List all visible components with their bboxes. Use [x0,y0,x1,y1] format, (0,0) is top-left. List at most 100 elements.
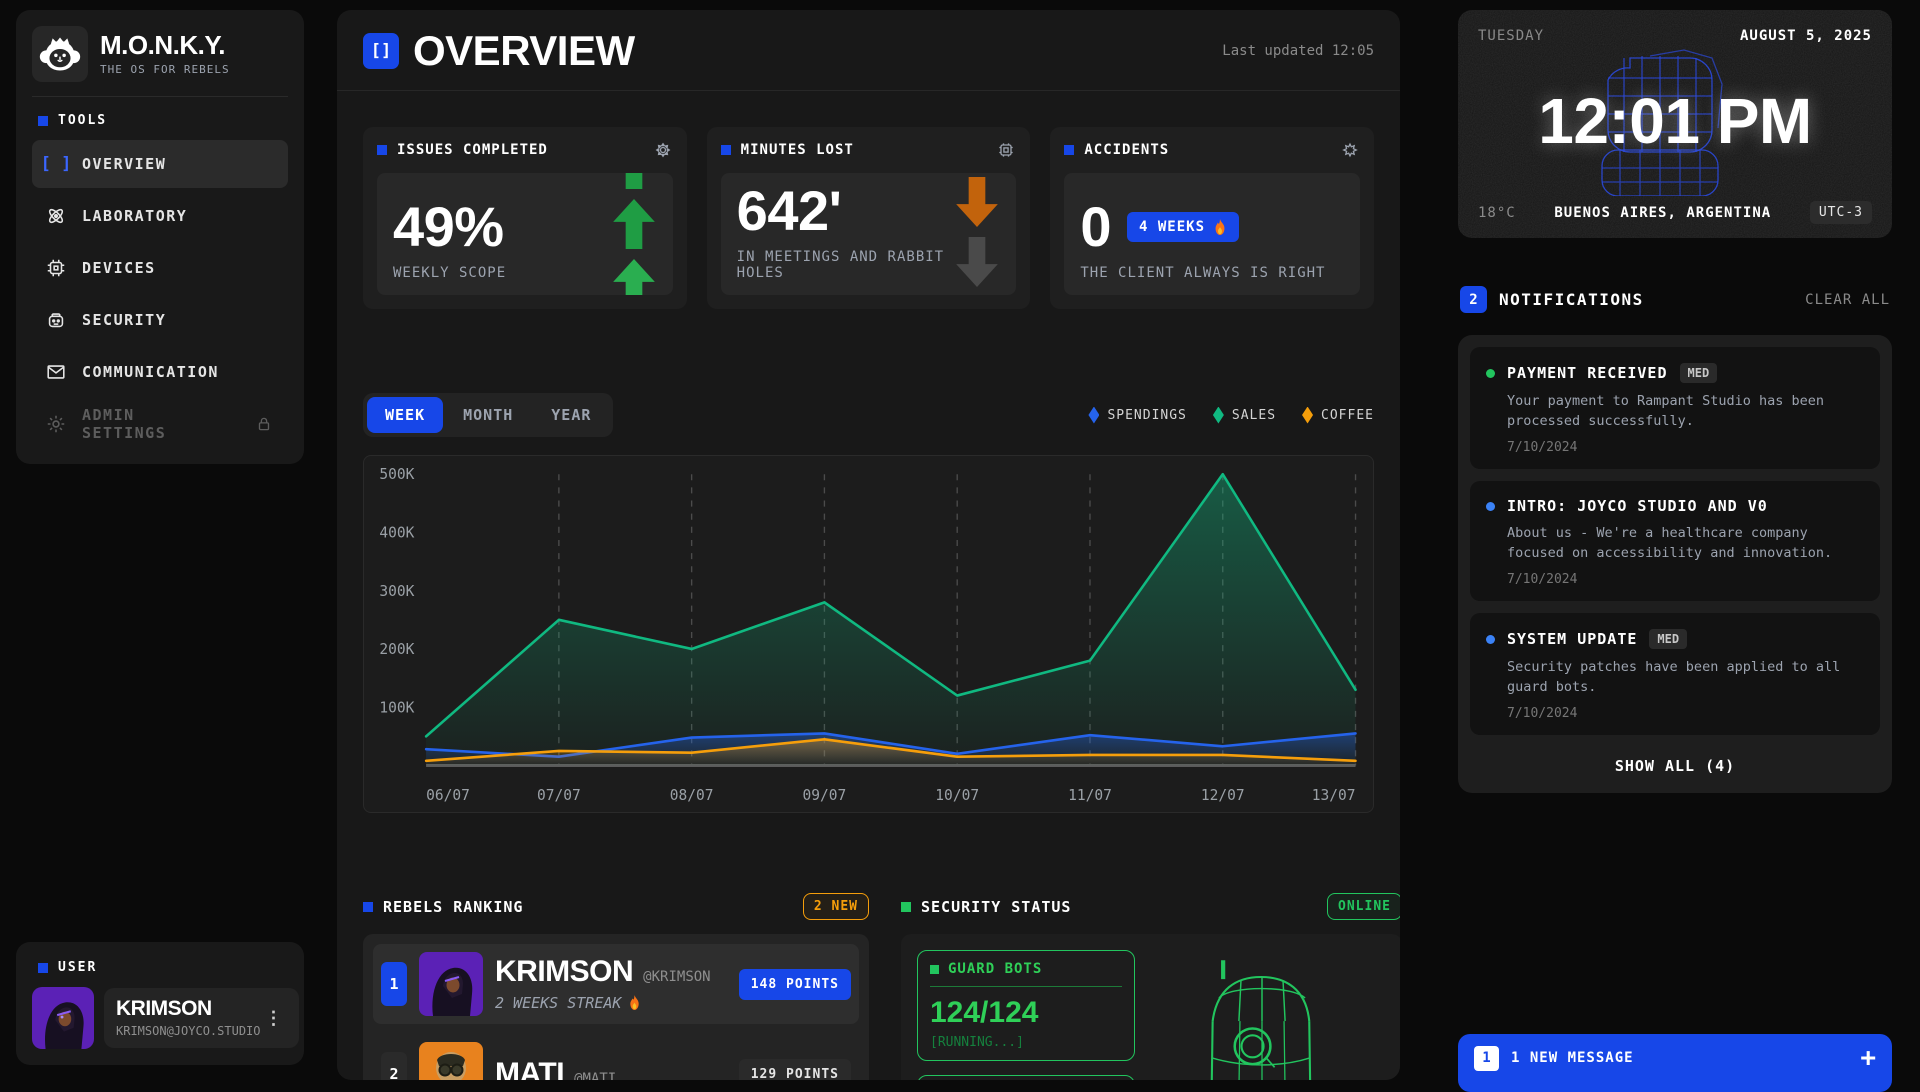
blue-square-bullet [38,116,48,126]
chart-range-tabs: WEEK MONTH YEAR [363,393,613,437]
accidents-streak-badge: 4 WEEKS [1127,212,1239,242]
location: BUENOS AIRES, ARGENTINA [1516,205,1810,221]
rank-number: 1 [381,962,407,1006]
last-updated: Last updated 12:05 [1222,43,1374,59]
user-row[interactable]: KRIMSON KRIMSON@JOYCO.STUDIO ⋮ [32,987,288,1049]
rebel-name: MATI [495,1059,564,1080]
status-dot [1486,502,1495,511]
ranking-row-1[interactable]: 1 KRIMSON @KRIMSON [373,944,859,1024]
svg-text:08/07: 08/07 [670,786,714,804]
atom-icon [44,204,68,228]
stat-settings-chip-icon[interactable] [996,140,1016,160]
svg-text:13/07: 13/07 [1312,786,1356,804]
tab-week[interactable]: WEEK [367,397,443,433]
blue-square-bullet [38,963,48,973]
notification-date: 7/10/2024 [1507,706,1864,721]
fire-icon [628,995,641,1010]
ranking-list: 1 KRIMSON @KRIMSON [363,934,869,1080]
security-title: SECURITY STATUS [921,898,1071,916]
overview-brackets-icon: [] [363,33,399,69]
priority-badge: MED [1649,629,1687,649]
mail-icon [44,360,68,384]
stat-value-box: 49% WEEKLY SCOPE [377,173,673,295]
stat-title: ISSUES COMPLETED [397,142,548,158]
user-section-label: USER [38,960,282,975]
clock-time: 12:01 PM [1538,84,1811,158]
notifications-list: PAYMENT RECEIVED MED Your payment to Ram… [1458,335,1892,793]
gear-icon [44,412,68,436]
notification-date: 7/10/2024 [1507,572,1864,587]
sidebar-item-laboratory[interactable]: LABORATORY [32,192,288,240]
sidebar-nav-card: M.O.N.K.Y. THE OS FOR REBELS TOOLS [ ] O… [16,10,304,464]
user-info: KRIMSON KRIMSON@JOYCO.STUDIO ⋮ [104,988,299,1048]
avatar [419,952,483,1016]
notification-body: Security patches have been applied to al… [1507,658,1864,697]
notification-body: About us - We're a healthcare company fo… [1507,524,1864,563]
chart-controls: WEEK MONTH YEAR SPENDINGS SALES COFFEE [363,393,1374,437]
sidebar-item-devices[interactable]: DEVICES [32,244,288,292]
clock-day: TUESDAY [1478,28,1544,44]
notifications-header: 2 NOTIFICATIONS CLEAR ALL [1460,286,1890,313]
rebels-ranking-card: REBELS RANKING 2 NEW 1 [363,893,869,1080]
legend-coffee: COFFEE [1302,407,1374,424]
brackets-icon: [ ] [44,152,68,176]
clock-date: AUGUST 5, 2025 [1740,28,1872,44]
sidebar-item-communication[interactable]: COMMUNICATION [32,348,288,396]
notification-system-update[interactable]: SYSTEM UPDATE MED Security patches have … [1470,613,1880,735]
notification-payment-received[interactable]: PAYMENT RECEIVED MED Your payment to Ram… [1470,347,1880,469]
plus-icon[interactable]: + [1860,1045,1876,1071]
rebel-name: KRIMSON [495,957,633,987]
ranking-new-badge: 2 NEW [803,893,869,920]
svg-text:200K: 200K [379,640,414,658]
notification-intro[interactable]: INTRO: JOYCO STUDIO AND V0 About us - We… [1470,481,1880,601]
blue-square-bullet [363,902,373,912]
stats-row: ISSUES COMPLETED 49% WEEKLY SCOPE [363,127,1374,309]
svg-text:500K: 500K [379,465,414,483]
stat-title: MINUTES LOST [741,142,854,158]
rebel-streak: 2 WEEKS STREAK [495,994,711,1012]
ranking-row-2[interactable]: 2 MATI @MA [373,1034,859,1080]
right-panel: TUESDAY AUGUST 5, 2025 12:01 PM 18°C BUE… [1458,10,1892,1080]
sidebar-user-card: USER KRIMSON KRIMSON@JOYCO.STUDIO ⋮ [16,942,304,1065]
priority-badge: MED [1680,363,1718,383]
green-square-bullet [930,965,939,974]
sidebar-menu: [ ] OVERVIEW LABORATORY [32,140,288,448]
svg-text:07/07: 07/07 [537,786,581,804]
clear-all-button[interactable]: CLEAR ALL [1805,292,1890,308]
notification-body: Your payment to Rampant Studio has been … [1507,392,1864,431]
sidebar-item-admin-settings[interactable]: ADMIN SETTINGS [32,400,288,448]
diamond-marker-icon [1213,407,1224,424]
user-menu-kebab-icon[interactable]: ⋮ [261,1008,287,1029]
tab-year[interactable]: YEAR [533,397,609,433]
chart-legend: SPENDINGS SALES COFFEE [1088,407,1374,424]
message-count-badge: 1 [1474,1046,1499,1071]
chip-icon [44,256,68,280]
show-all-button[interactable]: SHOW ALL (4) [1470,747,1880,781]
rebel-handle: @MATI [574,1071,616,1080]
temperature: 18°C [1478,205,1516,221]
sidebar-item-security[interactable]: SECURITY [32,296,288,344]
diamond-marker-icon [1088,407,1099,424]
online-badge: ONLINE [1327,893,1400,920]
logo-row: M.O.N.K.Y. THE OS FOR REBELS [32,26,288,97]
svg-text:11/07: 11/07 [1068,786,1112,804]
blue-square-bullet [721,145,731,155]
tab-month[interactable]: MONTH [445,397,531,433]
guard-bots-box: GUARD BOTS 124/124 [RUNNING...] [917,950,1135,1061]
legend-sales: SALES [1213,407,1276,424]
stat-value-box: 642' IN MEETINGS AND RABBIT HOLES [721,173,1017,295]
sidebar-item-overview[interactable]: [ ] OVERVIEW [32,140,288,188]
svg-text:100K: 100K [379,698,414,716]
notifications-count-badge: 2 [1460,286,1487,313]
new-message-bar[interactable]: 1 1 NEW MESSAGE + [1458,1034,1892,1092]
blue-square-bullet [377,145,387,155]
stat-value-box: 0 4 WEEKS THE CLIENT ALWAYS IS RIGHT [1064,173,1360,295]
bottom-row: REBELS RANKING 2 NEW 1 [363,893,1374,1080]
avatar [419,1042,483,1080]
page-title: OVERVIEW [413,30,635,72]
trend-down-arrows-icon [954,177,1002,295]
stat-settings-gear-icon[interactable] [653,140,673,160]
stat-card-accidents: ACCIDENTS 0 4 WEEKS [1050,127,1374,309]
app-title: M.O.N.K.Y. [100,32,230,58]
stat-settings-spark-icon[interactable] [1340,140,1360,160]
